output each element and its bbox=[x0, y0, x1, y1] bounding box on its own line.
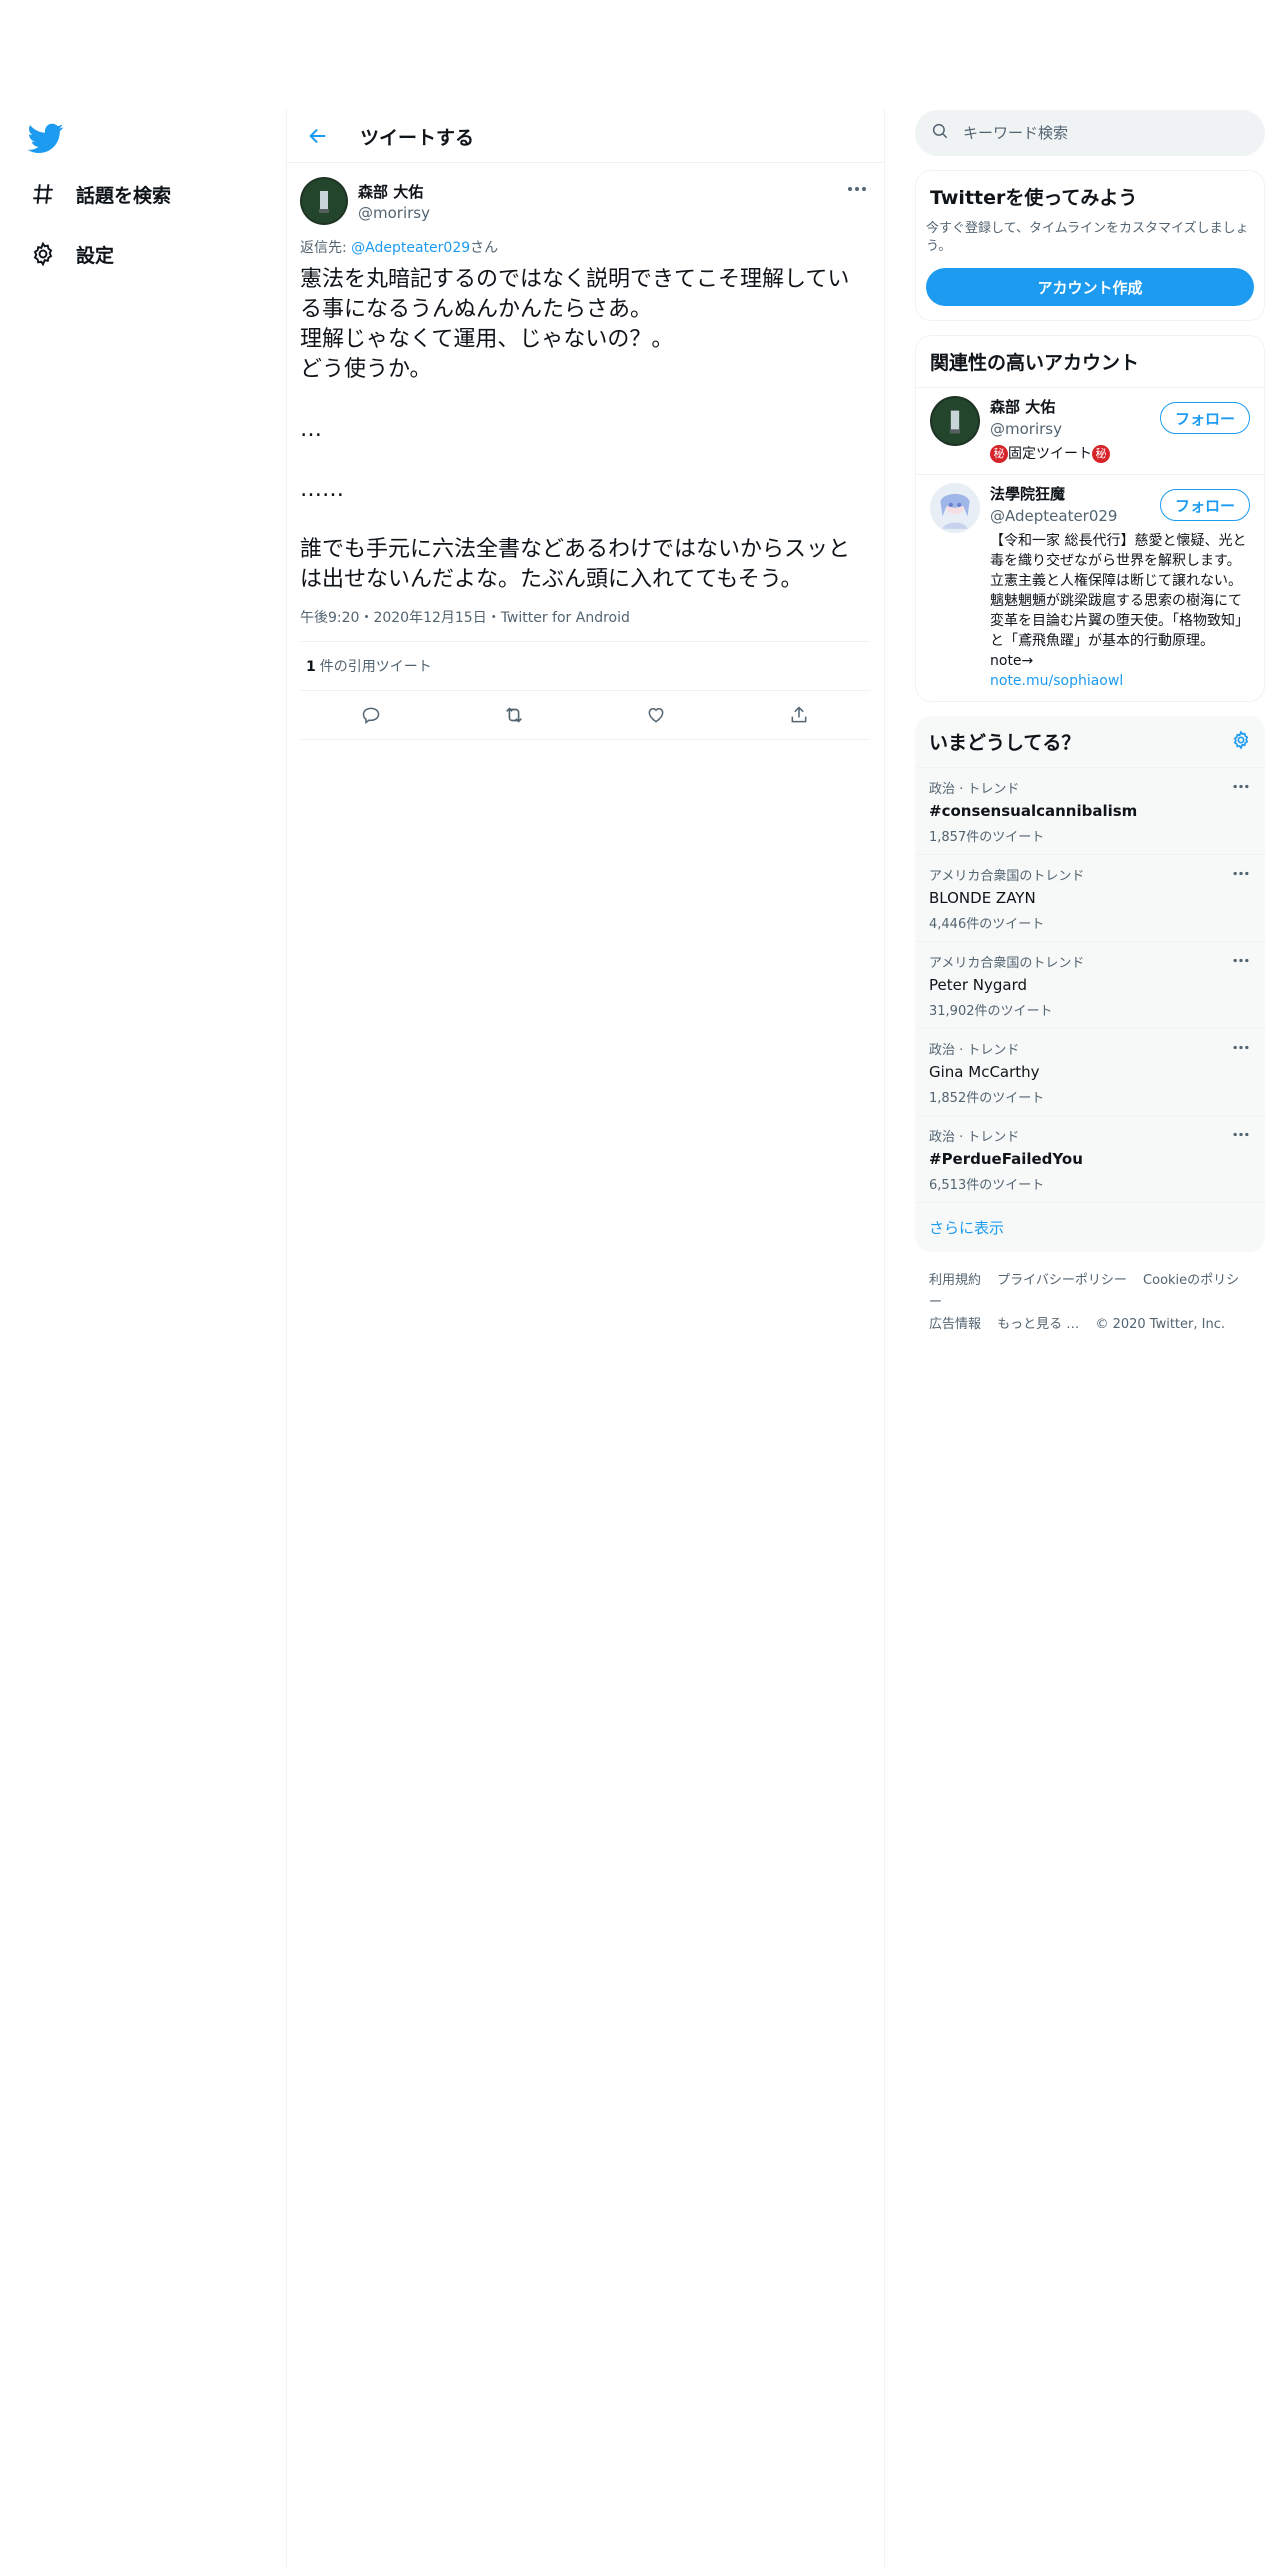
trend-item[interactable]: 政治 · トレンド #PerdueFailedYou 6,513件のツイート bbox=[915, 1116, 1265, 1203]
tweet-actions bbox=[300, 691, 870, 740]
reply-to: 返信先: @Adepteater029さん bbox=[300, 237, 870, 257]
trend-name: BLONDE ZAYN bbox=[929, 889, 1036, 907]
nav-settings-label: 設定 bbox=[76, 244, 115, 267]
search-box[interactable] bbox=[915, 110, 1265, 156]
more-options-icon[interactable] bbox=[1231, 865, 1251, 881]
reply-suffix: さん bbox=[470, 240, 499, 256]
follow-button[interactable]: フォロー bbox=[1159, 402, 1250, 434]
account-bio: 【令和一家 総長代行】慈愛と懐疑、光と毒を織り交ぜながら世界を解釈します。立憲主… bbox=[990, 531, 1250, 691]
quote-label: 件の引用ツイート bbox=[319, 659, 432, 675]
quote-tweets-link[interactable]: 1 件の引用ツイート bbox=[300, 642, 870, 691]
back-arrow-icon[interactable] bbox=[300, 118, 336, 154]
gear-icon[interactable] bbox=[1231, 729, 1251, 754]
follow-button[interactable]: フォロー bbox=[1159, 489, 1250, 521]
trends-title: いまどうしてる？ bbox=[929, 732, 1081, 754]
trend-count: 4,446件のツイート bbox=[929, 917, 1045, 932]
reply-prefix: 返信先: bbox=[300, 240, 352, 256]
trend-item[interactable]: アメリカ合衆国のトレンド BLONDE ZAYN 4,446件のツイート bbox=[915, 855, 1265, 942]
trend-name: Gina McCarthy bbox=[929, 1063, 1040, 1081]
trend-context: 政治 · トレンド bbox=[929, 1130, 1020, 1145]
gear-icon bbox=[28, 239, 58, 269]
account-bio-text: 【令和一家 総長代行】慈愛と懐疑、光と毒を織り交ぜながら世界を解釈します。立憲主… bbox=[990, 533, 1249, 669]
tweet-author[interactable]: 森部 大佑 @morirsy bbox=[300, 173, 870, 229]
trend-item[interactable]: アメリカ合衆国のトレンド Peter Nygard 31,902件のツイート bbox=[915, 942, 1265, 1029]
trend-count: 1,857件のツイート bbox=[929, 830, 1045, 845]
trend-context: アメリカ合衆国のトレンド bbox=[929, 869, 1085, 884]
avatar[interactable] bbox=[930, 396, 980, 446]
trend-item[interactable]: 政治 · トレンド Gina McCarthy 1,852件のツイート bbox=[915, 1029, 1265, 1116]
main-column: ツイートする 森部 大佑 @morirsy 返信先: @Adepteater02… bbox=[286, 110, 884, 740]
more-options-icon[interactable] bbox=[1231, 1039, 1251, 1055]
tweet: 森部 大佑 @morirsy 返信先: @Adepteater029さん 憲法を… bbox=[286, 163, 884, 740]
more-options-icon[interactable] bbox=[844, 179, 870, 199]
avatar[interactable] bbox=[300, 177, 348, 225]
left-sidebar: 話題を検索 設定 bbox=[0, 0, 286, 2568]
like-icon[interactable] bbox=[639, 698, 673, 732]
reply-handle-link[interactable]: @Adepteater029 bbox=[351, 240, 470, 256]
tweet-author-handle: @morirsy bbox=[358, 203, 430, 222]
right-sidebar: Twitterを使ってみよう 今すぐ登録して、タイムラインをカスタマイズしましょ… bbox=[915, 110, 1265, 1354]
trend-name: Peter Nygard bbox=[929, 976, 1028, 994]
trend-context: アメリカ合衆国のトレンド bbox=[929, 956, 1085, 971]
create-account-button[interactable]: アカウント作成 bbox=[926, 268, 1254, 306]
trend-name: #consensualcannibalism bbox=[929, 802, 1138, 820]
tweet-text: 憲法を丸暗記するのではなく説明できてこそ理解している事になるうんぬんかんたらさあ… bbox=[300, 267, 851, 592]
search-icon bbox=[931, 122, 949, 144]
signup-card: Twitterを使ってみよう 今すぐ登録して、タイムラインをカスタマイズしましょ… bbox=[915, 170, 1265, 321]
account-bio-text: 固定ツイート bbox=[1008, 446, 1092, 462]
retweet-icon[interactable] bbox=[497, 698, 531, 732]
avatar[interactable] bbox=[930, 483, 980, 533]
tweet-meta: 午後9:20・2020年12月15日・Twitter for Android bbox=[300, 607, 870, 642]
related-accounts-card: 関連性の高いアカウント 森部 大佑 @morirsy 秘固定ツイート秘 フォロー… bbox=[915, 335, 1265, 702]
more-options-icon[interactable] bbox=[1231, 778, 1251, 794]
page-title: ツイートする bbox=[360, 126, 475, 149]
quote-count: 1 bbox=[306, 659, 316, 675]
secret-badge-icon: 秘 bbox=[1092, 445, 1110, 463]
footer-more-link[interactable]: もっと見る … bbox=[997, 1317, 1079, 1332]
signup-title: Twitterを使ってみよう bbox=[930, 187, 1138, 209]
more-options-icon[interactable] bbox=[1231, 952, 1251, 968]
search-input[interactable] bbox=[961, 123, 1225, 143]
footer-terms-link[interactable]: 利用規約 bbox=[929, 1273, 981, 1288]
footer: 利用規約 プライバシーポリシー Cookieのポリシー 広告情報 もっと見る …… bbox=[915, 1252, 1265, 1354]
trend-name: #PerdueFailedYou bbox=[929, 1150, 1083, 1168]
nav-explore-label: 話題を検索 bbox=[76, 184, 172, 207]
page-header: ツイートする bbox=[286, 110, 884, 163]
nav-explore[interactable]: 話題を検索 bbox=[28, 174, 171, 214]
reply-icon[interactable] bbox=[354, 698, 388, 732]
show-more-link[interactable]: さらに表示 bbox=[915, 1203, 1265, 1252]
trend-count: 6,513件のツイート bbox=[929, 1178, 1045, 1193]
trends-card: いまどうしてる？ 政治 · トレンド #consensualcannibalis… bbox=[915, 716, 1265, 1252]
twitter-logo-icon[interactable] bbox=[27, 120, 64, 156]
footer-copyright: © 2020 Twitter, Inc. bbox=[1095, 1317, 1225, 1332]
nav-settings[interactable]: 設定 bbox=[28, 234, 114, 274]
trend-item[interactable]: 政治 · トレンド #consensualcannibalism 1,857件の… bbox=[915, 768, 1265, 855]
related-account[interactable]: 森部 大佑 @morirsy 秘固定ツイート秘 フォロー bbox=[916, 387, 1264, 474]
signup-description: 今すぐ登録して、タイムラインをカスタマイズしましょう。 bbox=[926, 221, 1249, 254]
column-divider bbox=[884, 110, 885, 2568]
hashtag-icon bbox=[28, 179, 58, 209]
footer-privacy-link[interactable]: プライバシーポリシー bbox=[997, 1273, 1127, 1288]
account-bio: 秘固定ツイート秘 bbox=[990, 444, 1250, 464]
trend-context: 政治 · トレンド bbox=[929, 1043, 1020, 1058]
related-accounts-title: 関連性の高いアカウント bbox=[930, 352, 1140, 374]
related-account[interactable]: 法學院狂魔 @Adepteater029 【令和一家 総長代行】慈愛と懐疑、光と… bbox=[916, 474, 1264, 701]
more-options-icon[interactable] bbox=[1231, 1126, 1251, 1142]
tweet-author-name: 森部 大佑 bbox=[358, 182, 424, 201]
trend-count: 31,902件のツイート bbox=[929, 1004, 1053, 1019]
account-bio-link[interactable]: note.mu/sophiaowl bbox=[990, 673, 1123, 689]
trend-context: 政治 · トレンド bbox=[929, 782, 1020, 797]
share-icon[interactable] bbox=[782, 698, 816, 732]
footer-ads-link[interactable]: 広告情報 bbox=[929, 1317, 981, 1332]
secret-badge-icon: 秘 bbox=[990, 445, 1008, 463]
trend-count: 1,852件のツイート bbox=[929, 1091, 1045, 1106]
